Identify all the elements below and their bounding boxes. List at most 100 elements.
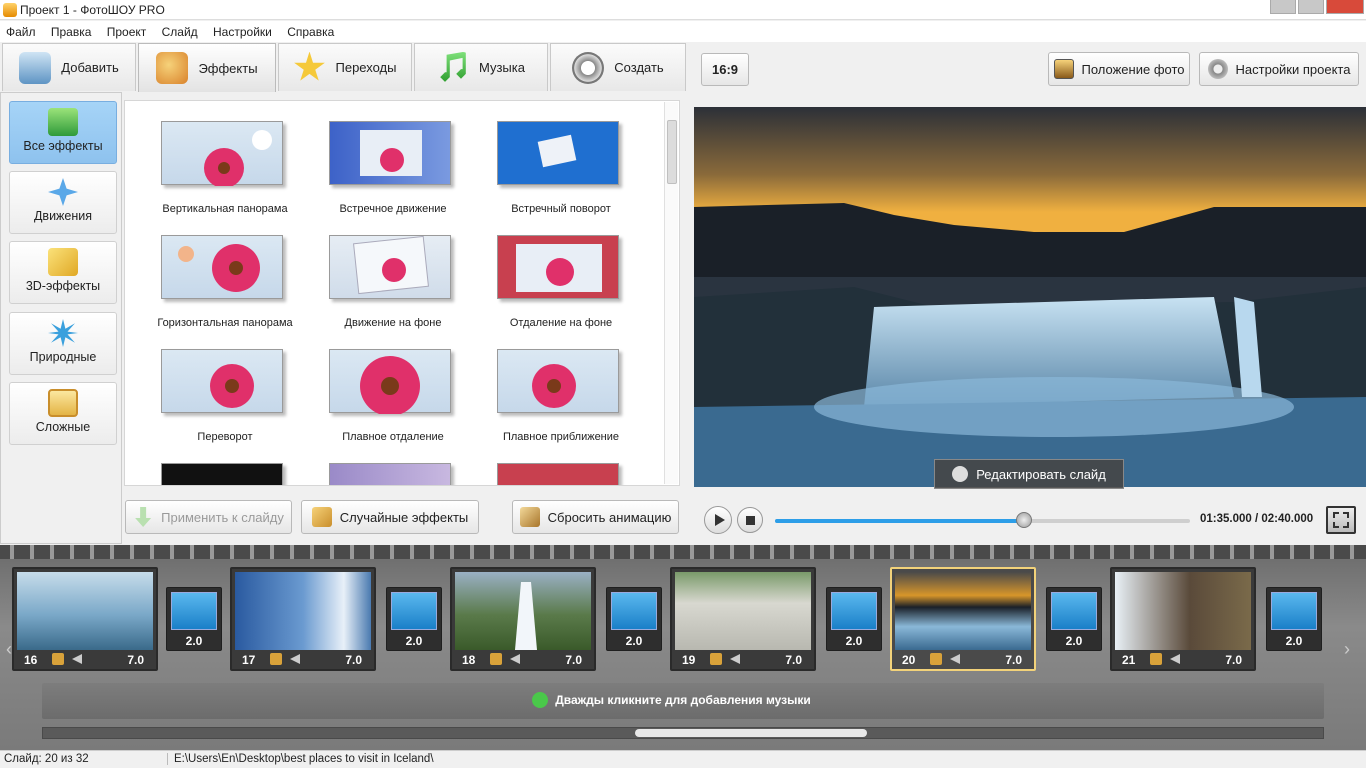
maximize-button[interactable]: [1298, 0, 1324, 14]
project-path: E:\Users\En\Desktop\best places to visit…: [174, 753, 434, 765]
minimize-button[interactable]: [1270, 0, 1296, 14]
music-track[interactable]: Дважды кликните для добавления музыки: [42, 683, 1324, 719]
scroll-right-arrow[interactable]: ›: [1344, 639, 1358, 659]
effect-thumbnail: [329, 235, 451, 299]
effect-item[interactable]: Переворот: [125, 329, 293, 443]
tab-effects[interactable]: Эффекты: [138, 43, 276, 92]
scrollbar-thumb[interactable]: [667, 120, 677, 184]
edit-slide-button[interactable]: Редактировать слайд: [934, 459, 1124, 489]
reset-animation-button[interactable]: Сбросить анимацию: [512, 500, 679, 534]
transition-thumbnail[interactable]: 2.0: [1266, 587, 1322, 651]
slide-thumbnail[interactable]: 21 7.0: [1110, 567, 1256, 671]
slide-thumbnail[interactable]: 18 7.0: [450, 567, 596, 671]
effect-item[interactable]: Плавное отдаление: [293, 329, 461, 443]
magic-wand-icon: [311, 507, 332, 527]
transition-thumbnail[interactable]: 2.0: [606, 587, 662, 651]
menu-project[interactable]: Проект: [101, 21, 153, 39]
slide-timeline: ‹ › 16 7.0 2.0 17 7.0 2.0 18 7.0 2.0 19 7.0 …: [0, 545, 1366, 750]
tab-add[interactable]: Добавить: [2, 43, 136, 91]
menu-slide[interactable]: Слайд: [156, 21, 204, 39]
photo-position-button[interactable]: Положение фото: [1048, 52, 1190, 86]
effects-grid: Вертикальная панорама Встречное движение…: [124, 100, 680, 486]
sound-icon[interactable]: [290, 654, 300, 664]
effect-thumbnail: [497, 349, 619, 413]
sound-icon[interactable]: [72, 654, 82, 664]
fullscreen-icon: [1333, 512, 1349, 528]
effect-item[interactable]: [125, 443, 293, 485]
play-icon: [715, 514, 725, 526]
category-complex[interactable]: Сложные: [9, 382, 117, 445]
time-display: 01:35.000 / 02:40.000: [1200, 513, 1314, 525]
transition-thumbnail[interactable]: 2.0: [826, 587, 882, 651]
effect-item[interactable]: Встречный поворот: [461, 101, 629, 215]
menu-file[interactable]: Файл: [0, 21, 42, 39]
progress-knob[interactable]: [1016, 512, 1032, 528]
pencil-icon[interactable]: [1150, 653, 1162, 665]
slide-photo: [455, 572, 591, 650]
menu-help[interactable]: Справка: [281, 21, 340, 39]
effect-item[interactable]: Плавное приближение: [461, 329, 629, 443]
slide-thumbnail[interactable]: 19 7.0: [670, 567, 816, 671]
effect-thumbnail: [161, 121, 283, 188]
effect-thumbnail: [497, 121, 619, 185]
pencil-icon[interactable]: [490, 653, 502, 665]
slide-thumbnail[interactable]: 16 7.0: [12, 567, 158, 671]
aspect-ratio-button[interactable]: 16:9: [701, 53, 749, 86]
tab-create[interactable]: Создать: [550, 43, 686, 91]
timeline-scrollbar[interactable]: [42, 727, 1324, 739]
sound-icon[interactable]: [950, 654, 960, 664]
transition-icon: [831, 592, 877, 630]
playback-progress[interactable]: [775, 512, 1190, 528]
project-settings-button[interactable]: Настройки проекта: [1199, 52, 1359, 86]
menu-settings[interactable]: Настройки: [207, 21, 278, 39]
transition-icon: [1051, 592, 1097, 630]
sound-icon[interactable]: [1170, 654, 1180, 664]
category-all-effects[interactable]: Все эффекты: [9, 101, 117, 164]
effect-item[interactable]: [461, 443, 629, 485]
broom-icon: [519, 507, 540, 527]
category-motion[interactable]: Движения: [9, 171, 117, 234]
pencil-icon[interactable]: [52, 653, 64, 665]
progress-fill: [775, 519, 1024, 523]
play-button[interactable]: [704, 506, 732, 534]
palette-icon: [156, 52, 189, 84]
fullscreen-button[interactable]: [1326, 506, 1356, 534]
pencil-icon[interactable]: [270, 653, 282, 665]
stop-button[interactable]: [737, 507, 763, 533]
effect-item[interactable]: Отдаление на фоне: [461, 215, 629, 329]
slide-photo: [895, 572, 1031, 650]
effects-scrollbar[interactable]: [664, 102, 678, 484]
slide-thumbnail-active[interactable]: 20 7.0: [890, 567, 1036, 671]
gear-icon: [1207, 59, 1228, 79]
slide-photo: [235, 572, 371, 650]
tab-transitions[interactable]: Переходы: [278, 43, 412, 91]
apply-to-slide-button[interactable]: Применить к слайду: [125, 500, 292, 534]
effect-categories: Все эффекты Движения 3D-эффекты Природны…: [0, 92, 122, 544]
random-effects-button[interactable]: Случайные эффекты: [301, 500, 479, 534]
sound-icon[interactable]: [730, 654, 740, 664]
effect-thumbnail: [161, 235, 283, 299]
transition-icon: [171, 592, 217, 630]
slide-photo: [675, 572, 811, 650]
star-icon: [294, 51, 325, 81]
transition-thumbnail[interactable]: 2.0: [166, 587, 222, 651]
effect-item[interactable]: Вертикальная панорама: [125, 101, 293, 215]
transition-thumbnail[interactable]: 2.0: [1046, 587, 1102, 651]
tab-music[interactable]: Музыка: [414, 43, 548, 91]
timeline-scroll-thumb[interactable]: [635, 729, 867, 737]
slide-preview[interactable]: [694, 107, 1366, 487]
category-nature[interactable]: Природные: [9, 312, 117, 375]
effect-item[interactable]: Движение на фоне: [293, 215, 461, 329]
pencil-icon[interactable]: [930, 653, 942, 665]
film-reel-icon: [572, 51, 605, 84]
menu-edit[interactable]: Правка: [45, 21, 98, 39]
slide-thumbnail[interactable]: 17 7.0: [230, 567, 376, 671]
close-button[interactable]: [1326, 0, 1364, 14]
effect-item[interactable]: Встречное движение: [293, 101, 461, 215]
sound-icon[interactable]: [510, 654, 520, 664]
pencil-icon[interactable]: [710, 653, 722, 665]
category-3d[interactable]: 3D-эффекты: [9, 241, 117, 304]
effect-item[interactable]: [293, 443, 461, 485]
effect-item[interactable]: Горизонтальная панорама: [125, 215, 293, 329]
transition-thumbnail[interactable]: 2.0: [386, 587, 442, 651]
